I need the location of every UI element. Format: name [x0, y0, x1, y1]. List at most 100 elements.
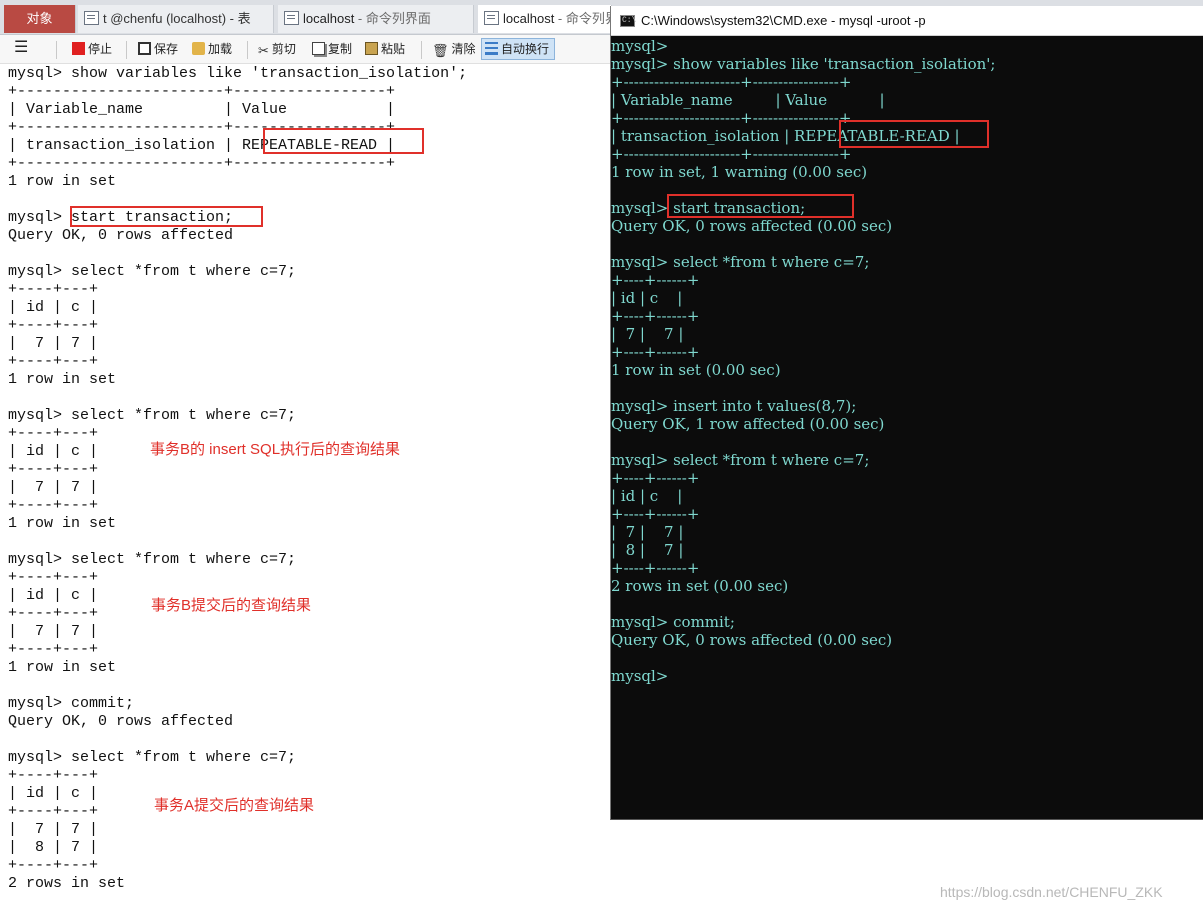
console-line: mysql> commit; [8, 695, 135, 712]
annotation-after-insert: 事务B的 insert SQL执行后的查询结果 [150, 441, 401, 458]
console-line: +----+---+ [8, 353, 99, 370]
cmd-line: mysql> insert into t values(8,7); [611, 397, 857, 415]
tab-table-t[interactable]: t @chenfu (localhost) - 表 [78, 5, 274, 33]
navicat-console[interactable]: mysql> show variables like 'transaction_… [0, 64, 610, 912]
console-line: | id | c | [8, 299, 99, 316]
cmd-line: | 8 | 7 | [611, 541, 684, 559]
console-line: +----+---+ [8, 767, 99, 784]
stop-icon [72, 42, 85, 55]
save-label: 保存 [154, 42, 179, 56]
console-line: | 8 | 7 | [8, 839, 99, 856]
cmd-line: Query OK, 1 row affected (0.00 sec) [611, 415, 885, 433]
cmd-line: +----+------+ [611, 343, 700, 361]
console-icon [284, 11, 299, 25]
cut-button[interactable]: ✂ 剪切 [258, 39, 296, 59]
cmd-titlebar[interactable]: C:\ C:\Windows\system32\CMD.exe - mysql … [611, 6, 1203, 36]
console-line: | 7 | 7 | [8, 821, 99, 838]
cmd-line: +-----------------------+---------------… [611, 145, 852, 163]
console-line: 1 row in set [8, 659, 117, 676]
toolbar-divider [56, 41, 57, 59]
stop-button[interactable]: 停止 [72, 39, 112, 59]
console-icon [484, 11, 499, 25]
trash-icon: 🗑 [432, 43, 449, 58]
highlight-isolation-value [263, 128, 424, 154]
console-line: 1 row in set [8, 515, 117, 532]
cmd-line: +----+------+ [611, 469, 700, 487]
word-wrap-label: 自动换行 [501, 42, 550, 56]
console-line: +----+---+ [8, 605, 99, 622]
paste-label: 粘贴 [381, 42, 406, 56]
cmd-line: mysql> [611, 667, 669, 685]
watermark-url: https://blog.csdn.net/CHENFU_ZKK [940, 884, 1163, 900]
console-line: 1 row in set [8, 371, 117, 388]
load-label: 加载 [208, 42, 233, 56]
copy-label: 复制 [328, 42, 353, 56]
tab-console-2-label: - 命令列界 [554, 11, 612, 26]
cmd-line: 1 row in set (0.00 sec) [611, 361, 781, 379]
cut-label: 剪切 [271, 42, 296, 56]
cmd-line: mysql> commit; [611, 613, 735, 631]
copy-icon [312, 42, 325, 55]
console-line: | 7 | 7 | [8, 335, 99, 352]
cmd-line: Query OK, 0 rows affected (0.00 sec) [611, 217, 893, 235]
console-toolbar: ☰ 停止 保存 加载 ✂ 剪切 复制 粘贴 🗑 清除 自动换行 [0, 35, 612, 64]
console-line: | 7 | 7 | [8, 623, 99, 640]
console-line: mysql> select *from t where c=7; [8, 263, 297, 280]
console-line: +----+---+ [8, 317, 99, 334]
word-wrap-toggle[interactable]: 自动换行 [481, 38, 556, 60]
console-line: +----+---+ [8, 497, 99, 514]
cmd-line: 2 rows in set (0.00 sec) [611, 577, 789, 595]
annotation-after-a-commit: 事务A提交后的查询结果 [154, 797, 315, 814]
console-line: +----+---+ [8, 569, 99, 586]
cmd-line: +----+------+ [611, 505, 700, 523]
console-line: mysql> select *from t where c=7; [8, 407, 297, 424]
annotation-after-b-commit: 事务B提交后的查询结果 [151, 597, 312, 614]
console-line: Query OK, 0 rows affected [8, 227, 234, 244]
tab-objects-label: 对象 [26, 11, 53, 26]
save-icon [138, 42, 151, 55]
console-line: +----+---+ [8, 857, 99, 874]
tab-console-1-label: - 命令列界面 [354, 11, 431, 26]
toolbar-divider [126, 41, 127, 59]
tab-console-1-host: localhost [303, 11, 355, 26]
hamburger-icon: ☰ [14, 39, 29, 56]
tab-console-1[interactable]: localhost - 命令列界面 [278, 5, 474, 33]
cmd-line: | 7 | 7 | [611, 523, 684, 541]
highlight-start-transaction [70, 206, 263, 227]
console-line: | Variable_name | Value | [8, 101, 396, 118]
menu-button[interactable]: ☰ [14, 39, 28, 59]
cmd-line: +----+------+ [611, 559, 700, 577]
console-line: | 7 | 7 | [8, 479, 99, 496]
paste-button[interactable]: 粘贴 [365, 39, 405, 59]
scissors-icon: ✂ [258, 43, 269, 58]
clear-label: 清除 [451, 42, 476, 56]
toolbar-divider [421, 41, 422, 59]
cmd-line: mysql> [611, 37, 669, 55]
cmd-line: | id | c | [611, 487, 683, 505]
console-line: +----+---+ [8, 641, 99, 658]
cmd-line: +----+------+ [611, 307, 700, 325]
highlight-cmd-start-transaction [667, 194, 854, 218]
tab-console-2[interactable]: localhost - 命令列界 [478, 5, 612, 33]
console-line: | id | c | [8, 443, 99, 460]
console-line: mysql> select *from t where c=7; [8, 749, 297, 766]
cmd-line: Query OK, 0 rows affected (0.00 sec) [611, 631, 893, 649]
table-icon [84, 11, 99, 25]
console-line: | id | c | [8, 785, 99, 802]
console-line: +----+---+ [8, 461, 99, 478]
cmd-line: mysql> show variables like 'transaction_… [611, 55, 996, 73]
toolbar-divider [247, 41, 248, 59]
cmd-line: | 7 | 7 | [611, 325, 684, 343]
console-line: 1 row in set [8, 173, 117, 190]
tab-objects[interactable]: 对象 [4, 5, 76, 33]
clipboard-icon [365, 42, 378, 55]
copy-button[interactable]: 复制 [312, 39, 352, 59]
clear-button[interactable]: 🗑 清除 [432, 39, 476, 59]
load-button[interactable]: 加载 [192, 39, 232, 59]
cmd-window[interactable]: C:\ C:\Windows\system32\CMD.exe - mysql … [610, 6, 1203, 820]
cmd-line: | Variable_name | Value | [611, 91, 885, 109]
cmd-line: mysql> select *from t where c=7; [611, 451, 870, 469]
tab-table-t-label: t @chenfu (localhost) - 表 [103, 11, 251, 26]
save-button[interactable]: 保存 [138, 39, 178, 59]
cmd-app-icon: C:\ [620, 15, 637, 27]
